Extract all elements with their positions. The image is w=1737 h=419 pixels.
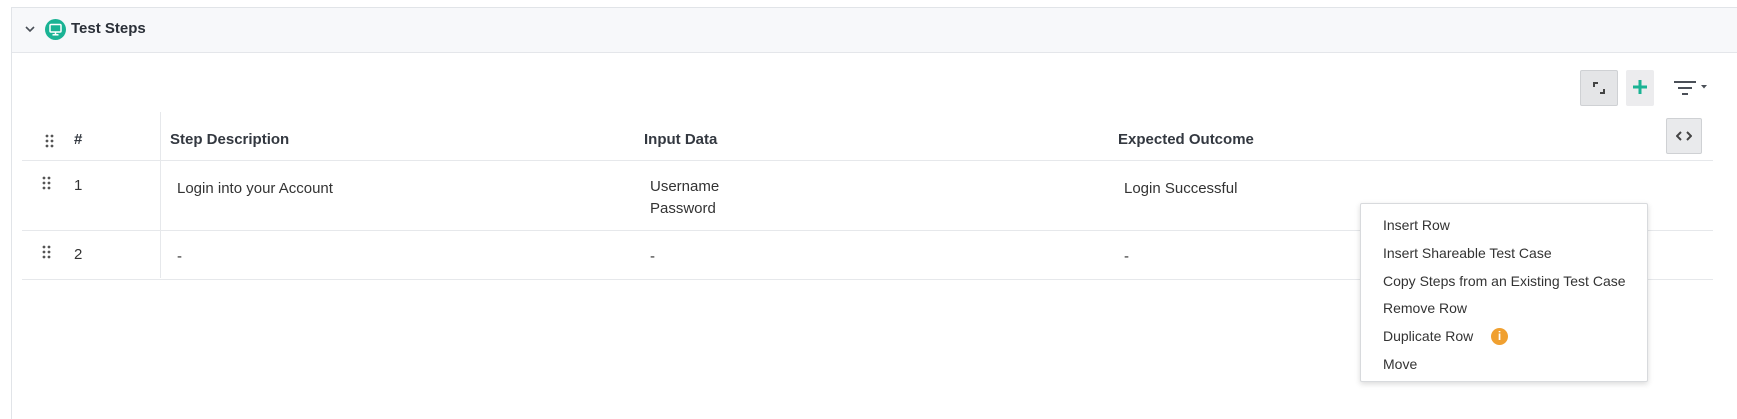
step-description[interactable]: - (177, 246, 182, 268)
menu-item-duplicate-row[interactable]: Duplicate Row (1383, 328, 1473, 344)
info-icon[interactable]: i (1491, 328, 1508, 345)
drag-handle-icon[interactable] (42, 176, 52, 190)
column-header-step-description[interactable]: Step Description (170, 131, 289, 148)
menu-item-insert-shareable-test-case[interactable]: Insert Shareable Test Case (1383, 245, 1552, 261)
menu-item-insert-row[interactable]: Insert Row (1383, 217, 1450, 233)
column-header-input-data[interactable]: Input Data (644, 131, 717, 148)
step-number: 1 (74, 177, 83, 194)
expected-outcome[interactable]: - (1124, 246, 1129, 268)
column-header-expected-outcome[interactable]: Expected Outcome (1118, 131, 1254, 148)
drag-handle-icon[interactable] (42, 245, 52, 259)
column-header-number[interactable]: # (74, 131, 82, 148)
add-step-button[interactable] (1626, 70, 1654, 106)
filter-icon (1674, 81, 1707, 95)
expand-button[interactable] (1580, 70, 1618, 106)
section-title: Test Steps (71, 20, 146, 37)
input-data-line[interactable]: Password (650, 198, 716, 220)
step-number: 2 (74, 246, 83, 263)
chevron-down-icon[interactable] (24, 23, 36, 35)
step-description[interactable]: Login into your Account (177, 178, 333, 200)
expand-icon (1593, 82, 1605, 94)
expected-outcome[interactable]: Login Successful (1124, 178, 1237, 200)
plus-icon (1633, 80, 1647, 94)
monitor-icon (45, 19, 66, 40)
code-brackets-icon (1676, 131, 1692, 141)
column-toggle-button[interactable] (1666, 118, 1702, 154)
menu-item-remove-row[interactable]: Remove Row (1383, 300, 1467, 316)
menu-item-copy-steps[interactable]: Copy Steps from an Existing Test Case (1383, 273, 1626, 289)
row-context-menu: Insert Row Insert Shareable Test Case Co… (1360, 203, 1648, 382)
input-data-line[interactable]: - (650, 246, 655, 268)
section-header[interactable]: Test Steps (12, 8, 1737, 53)
input-data-line[interactable]: Username (650, 176, 719, 198)
filter-button[interactable] (1670, 76, 1714, 100)
menu-item-move[interactable]: Move (1383, 356, 1417, 372)
drag-handle-icon (45, 134, 54, 148)
table-header: # Step Description Input Data Expected O… (22, 112, 1713, 161)
